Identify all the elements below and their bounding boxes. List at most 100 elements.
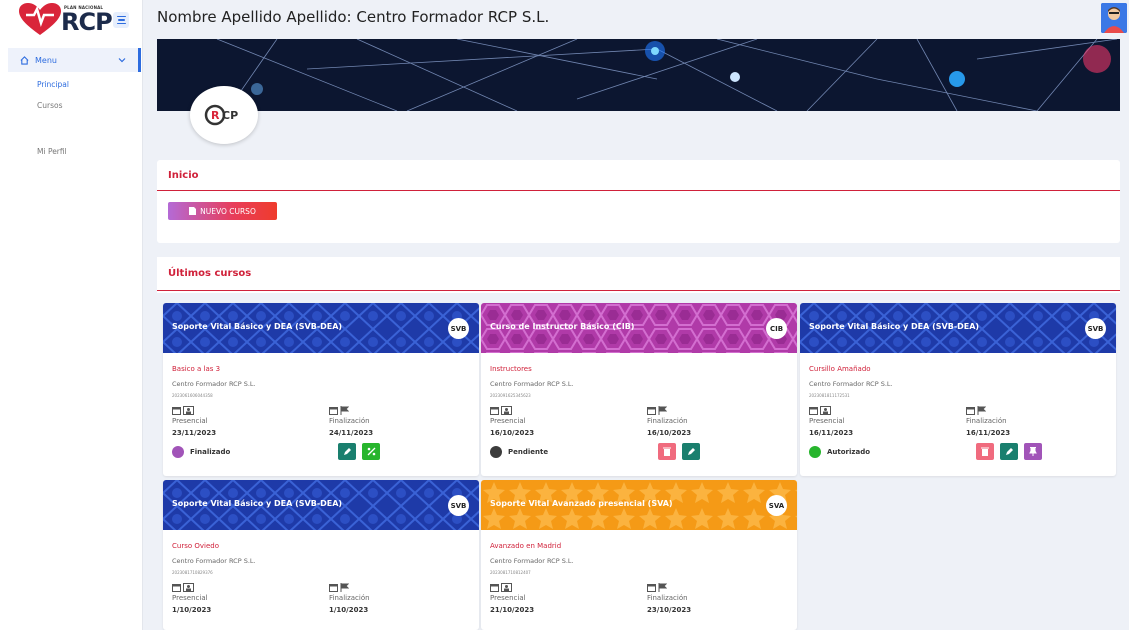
sidebar-menu-header[interactable]: Menu [8,48,141,72]
percent-icon [367,447,375,456]
card-badge: SVB [448,495,469,516]
end-date: 1/10/2023 [329,606,369,614]
rcp-logo-icon: R CP [204,104,238,126]
edit-button[interactable] [682,443,700,460]
card-hero: Soporte Vital Básico y DEA (SVB-DEA) SVB [800,303,1116,353]
course-name[interactable]: Basico a las 3 [172,365,220,373]
pencil-icon [343,448,351,455]
user-avatar[interactable] [1101,3,1127,33]
end-label: Finalización [647,417,688,425]
logo[interactable]: PLAN NACIONAL RCP [18,3,113,37]
profile-banner [157,39,1120,111]
calendar-icon [172,577,181,592]
svg-text:R: R [211,109,220,122]
course-org: Centro Formador RCP S.L. [172,557,256,565]
card-badge: SVB [448,318,469,339]
card-title: Soporte Vital Básico y DEA (SVB-DEA) [172,499,343,508]
end-date: 16/10/2023 [647,429,692,437]
calendar-icon [647,577,656,592]
delete-button[interactable] [976,443,994,460]
menu-toggle-button[interactable] [113,12,129,28]
chevron-down-icon [118,58,126,63]
page-title: Nombre Apellido Apellido: Centro Formado… [157,8,550,26]
status-dot [172,446,184,458]
edit-button[interactable] [1000,443,1018,460]
flag-icon [658,400,668,415]
card-title: Soporte Vital Básico y DEA (SVB-DEA) [172,322,343,331]
end-date: 16/11/2023 [966,429,1011,437]
end-date: 23/10/2023 [647,606,692,614]
pencil-icon [1005,448,1013,455]
end-label: Finalización [647,594,688,602]
delete-button[interactable] [658,443,676,460]
course-name[interactable]: Avanzado en Madrid [490,542,561,550]
calendar-icon [329,400,338,415]
course-org: Centro Formador RCP S.L. [490,557,574,565]
sidebar-item-cursos[interactable]: Cursos [37,101,62,110]
status-badge: Autorizado [809,446,870,458]
calendar-icon [490,577,499,592]
course-card[interactable]: Soporte Vital Básico y DEA (SVB-DEA) SVB… [163,303,479,476]
document-icon [189,207,197,215]
course-name[interactable]: Curso Oviedo [172,542,219,550]
end-label: Finalización [329,594,370,602]
card-hero: Soporte Vital Avanzado presencial (SVA) … [481,480,797,530]
end-date: 24/11/2023 [329,429,374,437]
inicio-divider [157,190,1120,191]
authorize-button[interactable] [1024,443,1042,460]
course-name[interactable]: Cursillo Amañado [809,365,871,373]
percent-button[interactable] [362,443,380,460]
course-card[interactable]: Soporte Vital Avanzado presencial (SVA) … [481,480,797,630]
person-board-icon [501,577,512,592]
calendar-icon [809,400,818,415]
flag-icon [658,577,668,592]
network-banner-image [157,39,1120,111]
start-date: 16/10/2023 [490,429,535,437]
avatar-icon [1101,3,1127,33]
new-course-button[interactable]: NUEVO CURSO [168,202,277,220]
flag-icon [977,400,987,415]
start-label: Presencial [490,594,526,602]
logo-big-text: RCP [61,8,113,36]
sidebar-item-mi-perfil[interactable]: Mi Perfil [37,147,67,156]
status-text: Pendiente [508,448,549,456]
hamburger-icon [116,15,126,18]
sidebar-menu-label: Menu [35,55,57,65]
course-card[interactable]: Soporte Vital Básico y DEA (SVB-DEA) SVB… [163,480,479,630]
inicio-panel: Inicio NUEVO CURSO [157,160,1120,243]
new-course-label: NUEVO CURSO [200,206,256,216]
course-org: Centro Formador RCP S.L. [809,380,893,388]
sidebar-item-principal[interactable]: Principal [37,80,69,89]
calendar-icon [966,400,975,415]
person-board-icon [183,400,194,415]
course-card[interactable]: Curso de Instructor Básico (CIB) CIB Ins… [481,303,797,476]
course-name[interactable]: Instructores [490,365,532,373]
pin-icon [1029,447,1037,456]
status-dot [809,446,821,458]
person-board-icon [183,577,194,592]
flag-icon [340,400,350,415]
ultimos-divider [157,290,1120,291]
course-code: 2023061606044358 [172,393,213,398]
card-hero: Curso de Instructor Básico (CIB) CIB [481,303,797,353]
start-label: Presencial [809,417,845,425]
card-hero: Soporte Vital Básico y DEA (SVB-DEA) SVB [163,480,479,530]
course-code: 2023081710829376 [172,570,213,575]
start-date: 21/10/2023 [490,606,535,614]
end-label: Finalización [966,417,1007,425]
flag-icon [340,577,350,592]
status-badge: Finalizado [172,446,230,458]
start-label: Presencial [490,417,526,425]
calendar-icon [647,400,656,415]
course-card[interactable]: Soporte Vital Básico y DEA (SVB-DEA) SVB… [800,303,1116,476]
trash-icon [981,447,989,456]
person-board-icon [501,400,512,415]
edit-button[interactable] [338,443,356,460]
course-code: 2023081811172531 [809,393,850,398]
home-icon [20,55,29,65]
status-text: Finalizado [190,448,231,456]
calendar-icon [172,400,181,415]
end-label: Finalización [329,417,370,425]
course-code: 2023081710812407 [490,570,531,575]
sidebar: PLAN NACIONAL RCP Menu Principal Cursos … [0,0,143,630]
